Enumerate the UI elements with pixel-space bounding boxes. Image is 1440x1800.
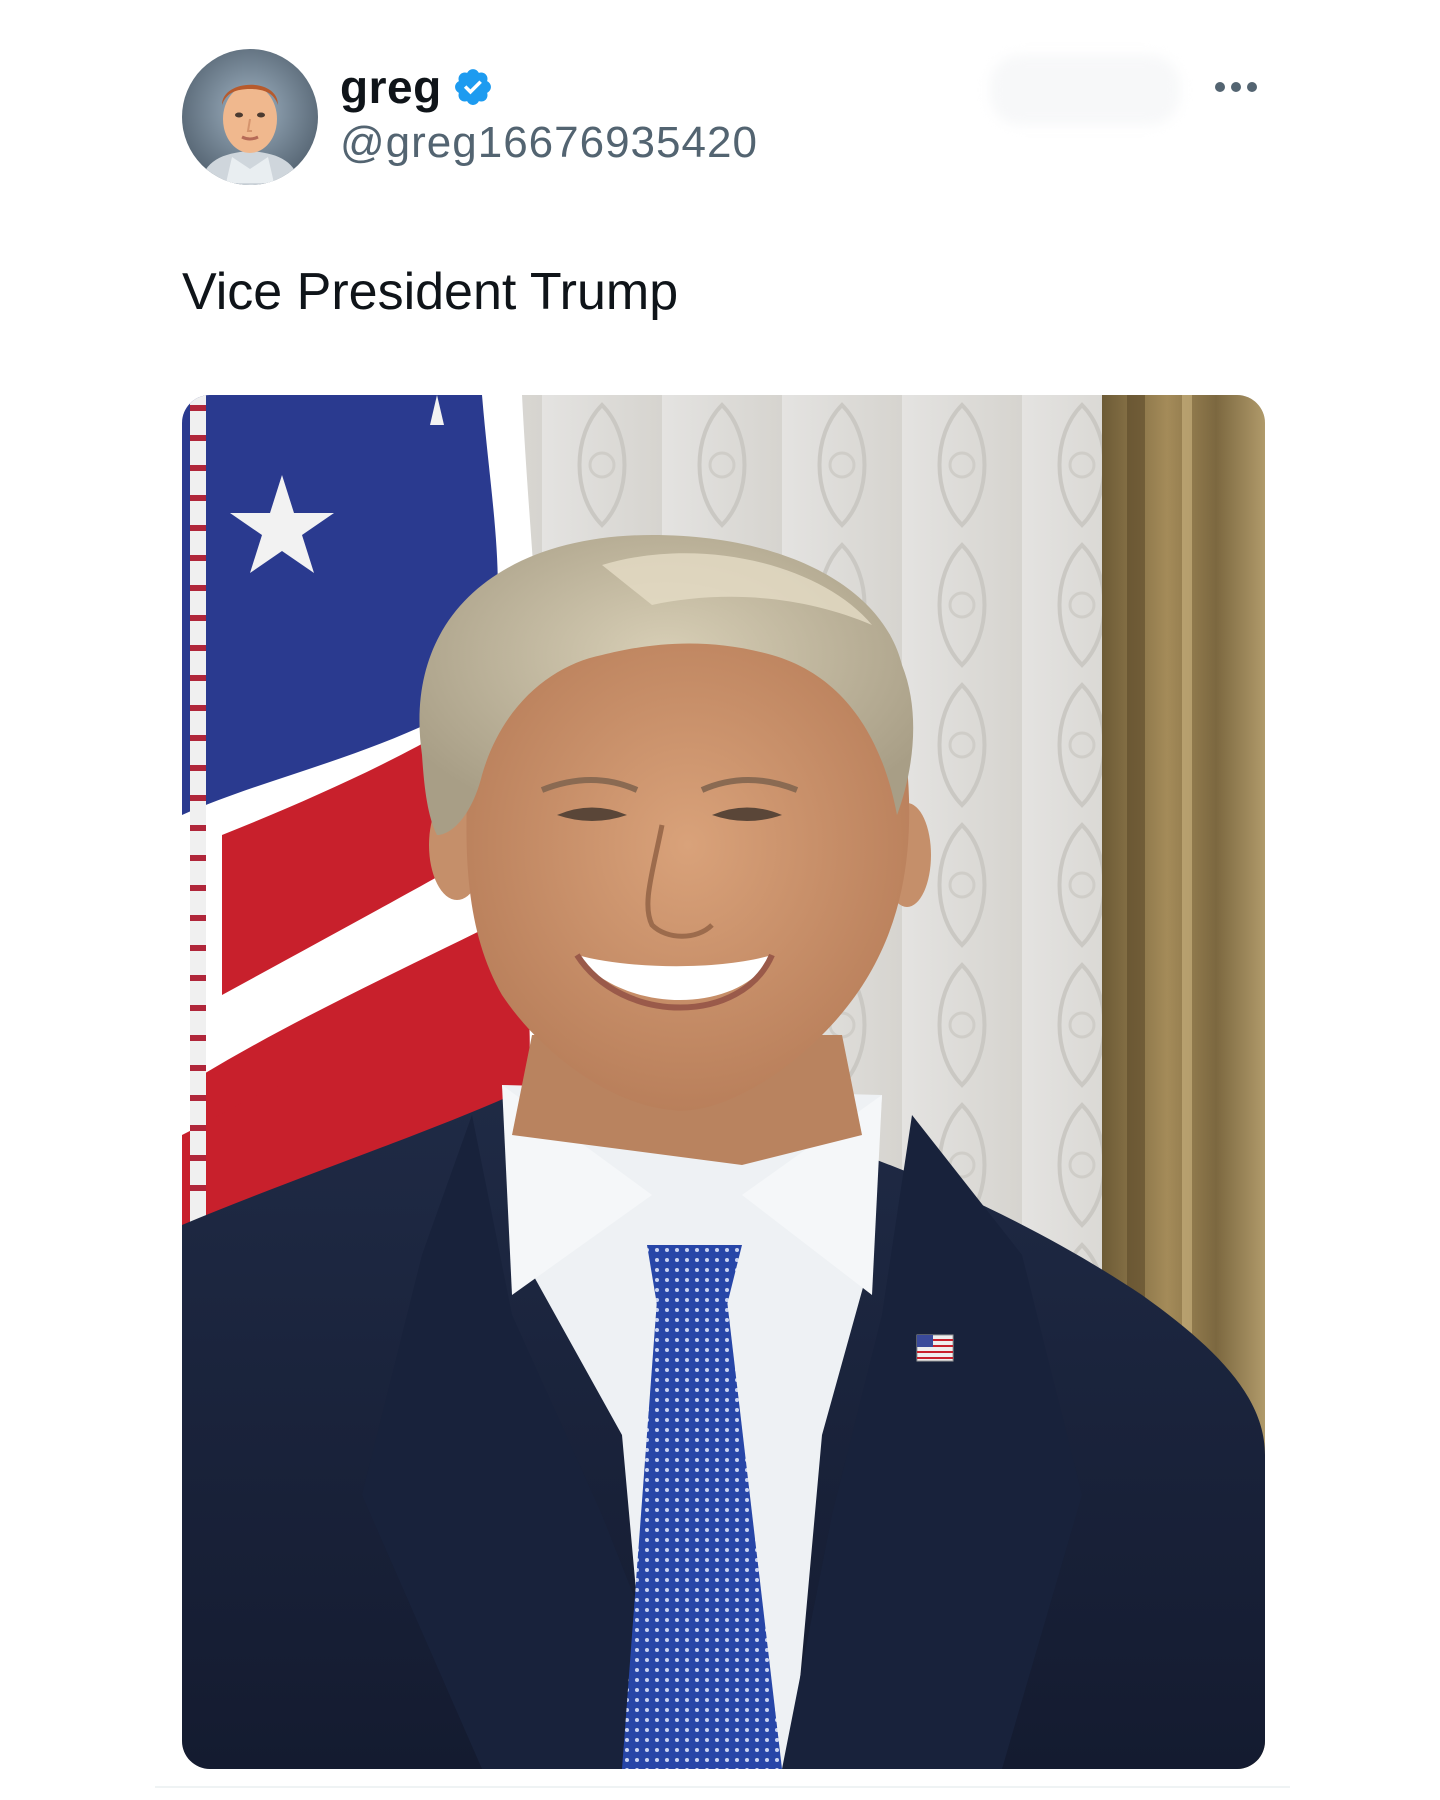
redacted-area [990,55,1180,125]
tweet-media-photo[interactable] [182,395,1265,1769]
avatar-photo [182,49,318,185]
author-handle[interactable]: @greg16676935420 [340,118,758,168]
author-avatar[interactable] [182,49,318,185]
author-display-name[interactable]: greg [340,60,442,114]
more-options-button[interactable] [1206,64,1266,110]
tweet-text: Vice President Trump [182,263,679,321]
bottom-divider [155,1786,1290,1788]
verified-badge-icon [454,69,491,105]
author-name-row: greg [340,60,494,114]
tweet-screenshot: greg @greg16676935420 Vice President Tru… [0,0,1440,1800]
more-options-icon [1215,82,1257,92]
portrait-photo [182,395,1265,1769]
